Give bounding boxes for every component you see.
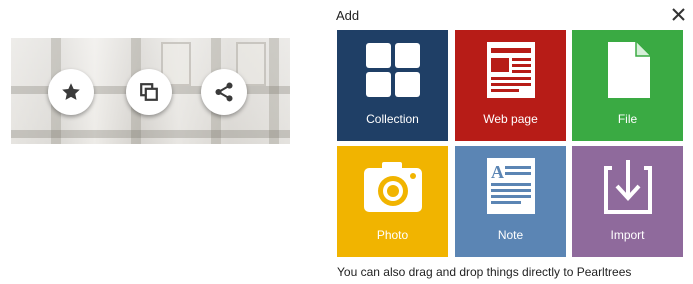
photo-tile[interactable]: Photo <box>337 146 448 257</box>
note-tile[interactable]: A Note <box>455 146 566 257</box>
star-icon <box>62 83 80 100</box>
tile-label: Note <box>497 228 524 242</box>
close-button[interactable] <box>670 6 686 22</box>
web-page-icon <box>486 42 535 98</box>
close-icon <box>671 7 685 21</box>
web-page-tile[interactable]: Web page <box>455 30 566 141</box>
photo-thumbnail <box>11 38 290 144</box>
photo-texture <box>11 130 290 138</box>
camera-icon <box>363 162 422 212</box>
tile-label: Collection <box>366 112 419 126</box>
tile-label: Photo <box>376 228 409 242</box>
tile-label: Web page <box>483 112 538 126</box>
import-icon <box>603 160 652 214</box>
drag-drop-hint: You can also drag and drop things direct… <box>337 265 632 279</box>
tile-label: Import <box>610 228 645 242</box>
share-button[interactable] <box>201 69 247 115</box>
file-tile[interactable]: File <box>572 30 683 141</box>
note-icon: A <box>486 158 535 214</box>
file-icon <box>607 42 650 98</box>
grid-icon <box>365 43 420 97</box>
copy-icon <box>140 83 158 101</box>
copy-button[interactable] <box>126 69 172 115</box>
collection-tile[interactable]: Collection <box>337 30 448 141</box>
svg-text:A: A <box>491 162 504 182</box>
share-icon <box>215 82 233 102</box>
tile-label: File <box>617 112 638 126</box>
panel-title: Add <box>336 8 360 23</box>
import-tile[interactable]: Import <box>572 146 683 257</box>
pick-button[interactable] <box>48 69 94 115</box>
